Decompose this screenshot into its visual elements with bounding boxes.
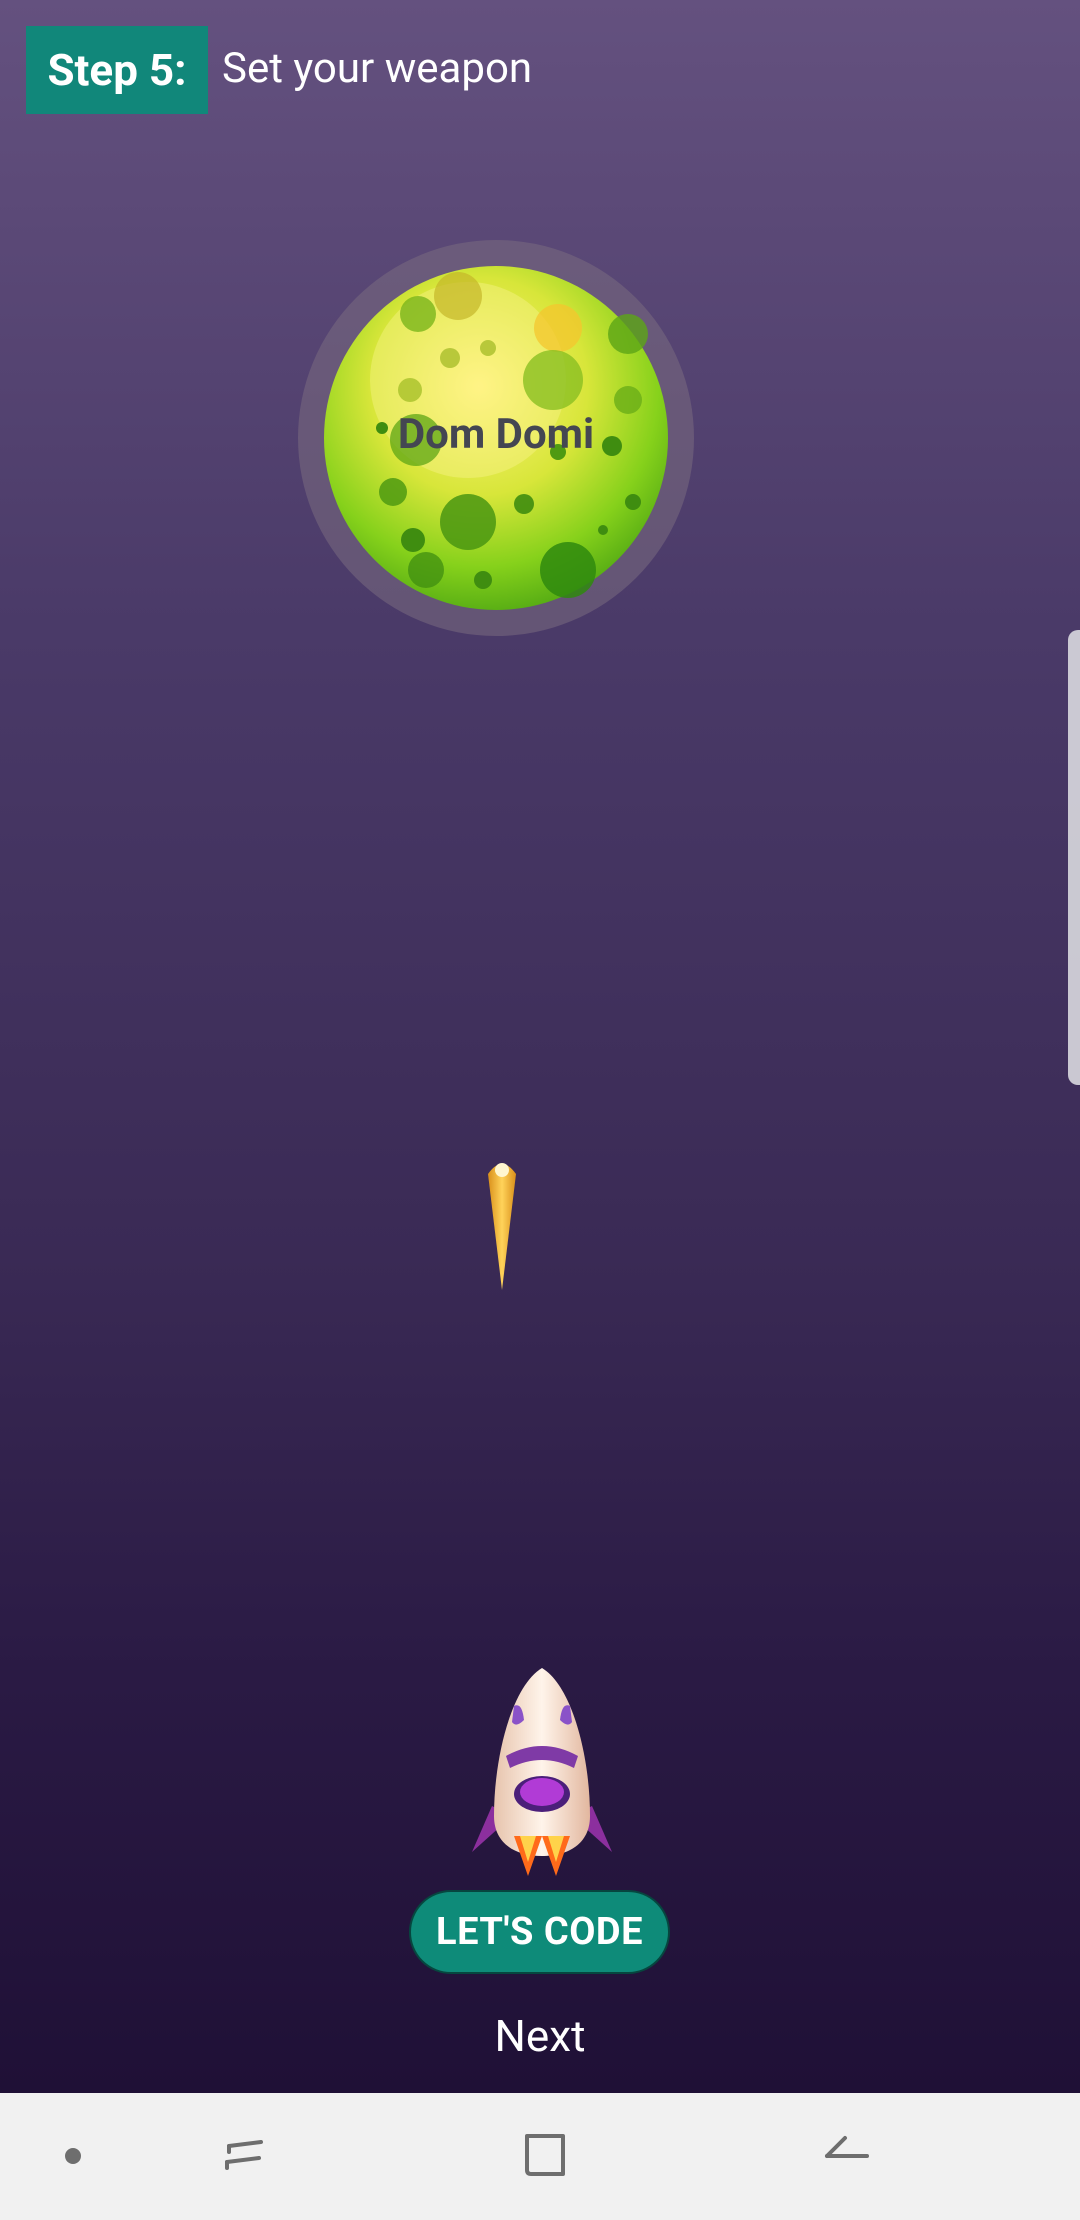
step-badge: Step 5:: [26, 26, 208, 114]
system-navigation-bar: [0, 2093, 1080, 2220]
lets-code-button[interactable]: LET'S CODE: [409, 1890, 670, 1974]
planet-label: Dom Domi: [397, 410, 595, 459]
next-button[interactable]: Next: [0, 2010, 1080, 2062]
bullet-icon: [488, 1163, 516, 1290]
planet-target: Dom Domi: [298, 240, 694, 636]
back-icon[interactable]: [812, 2121, 882, 2191]
home-icon[interactable]: [510, 2121, 580, 2191]
spaceship-icon: [472, 1668, 612, 1876]
step-title: Set your weapon: [222, 44, 533, 93]
side-panel-handle[interactable]: [1068, 630, 1080, 1085]
game-canvas: Step 5: Set your weapon Dom Domi LET'S C…: [0, 0, 1080, 2093]
dot-icon[interactable]: [38, 2121, 108, 2191]
recents-icon[interactable]: [208, 2121, 278, 2191]
